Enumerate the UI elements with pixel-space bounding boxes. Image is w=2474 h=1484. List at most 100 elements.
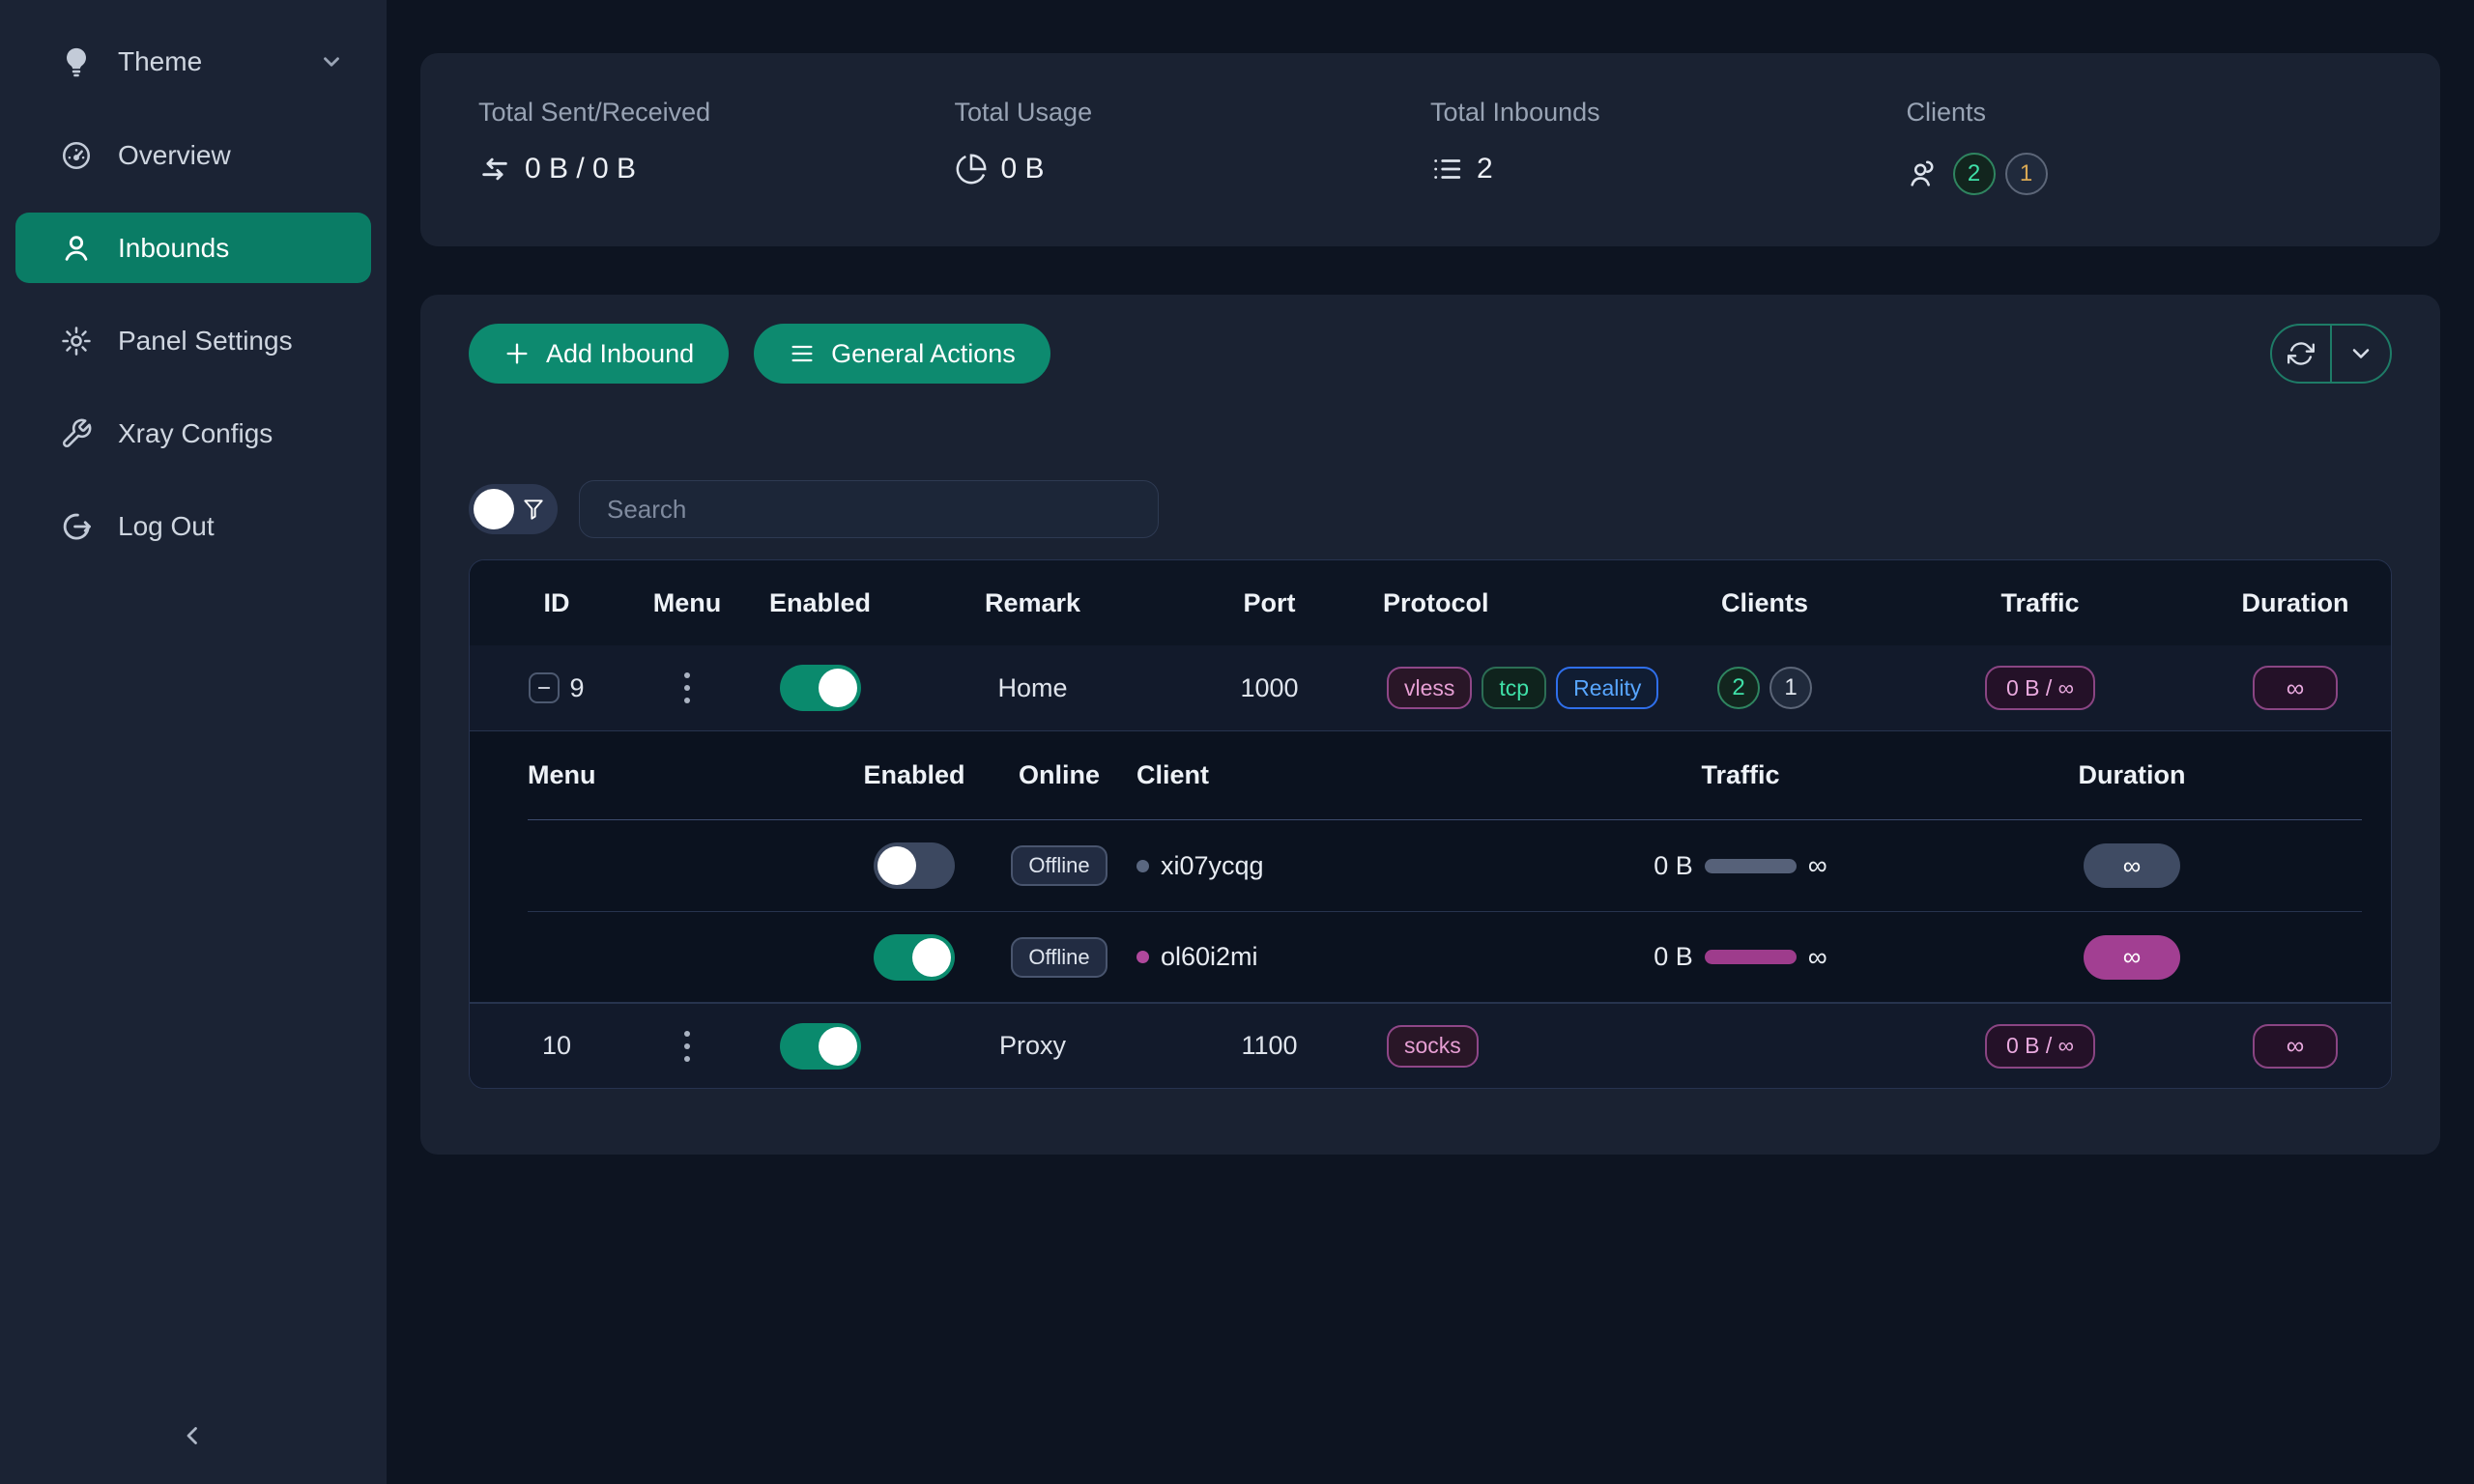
add-inbound-button[interactable]: Add Inbound [469,324,729,384]
traffic-limit: ∞ [1808,850,1827,881]
sidebar-item-label: Overview [118,140,231,171]
toggle-knob [474,489,514,529]
client-name: xi07ycqg [1161,851,1264,881]
col-duration: Duration [2200,588,2391,618]
theme-selector[interactable]: Theme [15,27,371,97]
client-enabled-toggle[interactable] [874,842,955,889]
inbound-port: 1100 [1156,1031,1383,1061]
inbound-remark: Home [909,673,1156,703]
refresh-options-button[interactable] [2330,326,2390,382]
hamburger-icon [789,340,816,367]
sidebar-nav: Overview Inbounds Panel Settings Xray Co… [0,120,387,561]
pie-chart-icon [955,153,988,186]
sidebar-item-inbounds[interactable]: Inbounds [15,213,371,283]
col-id: ID [470,588,644,618]
sidebar-item-log-out[interactable]: Log Out [15,491,371,561]
inbound-enabled-toggle[interactable] [780,1023,861,1070]
theme-label: Theme [118,46,202,77]
stat-total-usage: Total Usage 0 B [955,98,1431,246]
inbound-enabled-toggle[interactable] [780,665,861,711]
col-port: Port [1156,588,1383,618]
sidebar-item-label: Log Out [118,511,215,542]
general-actions-label: General Actions [831,339,1016,369]
inbound-row[interactable]: 9 Home 1000 vless tcp Reality 2 1 [470,645,2391,730]
plus-icon [503,340,531,367]
sidebar-item-overview[interactable]: Overview [15,120,371,190]
funnel-icon [521,497,546,522]
subcol-enabled: Enabled [847,760,982,790]
traffic-progress-bar [1705,859,1797,873]
subcol-duration: Duration [1900,760,2364,790]
col-traffic: Traffic [1881,588,2200,618]
search-row [469,480,2392,538]
subcol-traffic: Traffic [1581,760,1900,790]
duration-badge: ∞ [2253,1024,2338,1069]
sidebar-collapse-button[interactable] [166,1409,220,1463]
stat-label: Clients [1907,98,2383,128]
filter-toggle[interactable] [469,484,558,534]
chevron-left-icon [179,1421,208,1450]
inbounds-panel: Add Inbound General Actions [420,295,2440,1155]
traffic-used: 0 B [1654,851,1693,881]
stat-clients: Clients 2 1 [1907,98,2383,246]
stat-total-inbounds: Total Inbounds 2 [1430,98,1907,246]
stat-label: Total Usage [955,98,1431,128]
stats-card: Total Sent/Received 0 B / 0 B Total Usag… [420,53,2440,246]
add-inbound-label: Add Inbound [546,339,694,369]
logout-icon [60,510,93,543]
row-menu-button[interactable] [678,667,696,709]
stat-value: 0 B / 0 B [525,153,636,186]
client-duration-badge: ∞ [2084,935,2180,980]
table-header: ID Menu Enabled Remark Port Protocol Cli… [470,560,2391,645]
clients-subtable: Menu Enabled Online Client Traffic Durat… [470,730,2391,1003]
traffic-progress-bar [1705,950,1797,964]
wrench-icon [60,417,93,450]
client-status-dot [1136,860,1149,872]
subcol-menu: Menu [528,760,847,790]
online-status-badge: Offline [1011,937,1107,978]
gauge-icon [60,139,93,172]
refresh-button[interactable] [2272,326,2330,382]
stat-value: 2 [1477,153,1493,186]
inbound-row[interactable]: 10 Proxy 1100 socks 0 B / ∞ ∞ [470,1003,2391,1088]
sidebar-item-panel-settings[interactable]: Panel Settings [15,305,371,376]
network-tag: tcp [1482,667,1546,709]
client-status-dot [1136,951,1149,963]
col-clients: Clients [1649,588,1881,618]
protocol-tag: vless [1387,667,1472,709]
client-row: Offline ol60i2mi 0 B ∞ ∞ [528,911,2362,1002]
col-remark: Remark [909,588,1156,618]
online-status-badge: Offline [1011,845,1107,886]
clients-online-badge: 2 [1717,667,1760,709]
inbound-id: 10 [542,1031,571,1061]
stat-value: 0 B [1001,153,1045,186]
security-tag: Reality [1556,667,1658,709]
refresh-split-button [2270,324,2392,384]
general-actions-button[interactable]: General Actions [754,324,1050,384]
col-enabled: Enabled [731,588,909,618]
stat-label: Total Inbounds [1430,98,1907,128]
inbounds-table: ID Menu Enabled Remark Port Protocol Cli… [469,559,2392,1089]
client-duration-badge: ∞ [2084,843,2180,888]
sidebar-item-xray-configs[interactable]: Xray Configs [15,398,371,469]
user-icon [60,232,93,265]
chevron-down-icon [2347,340,2374,367]
client-row: Offline xi07ycqg 0 B ∞ ∞ [528,820,2362,911]
col-protocol: Protocol [1383,588,1649,618]
clients-online-badge: 2 [1953,153,1996,195]
row-menu-button[interactable] [678,1025,696,1068]
collapse-row-button[interactable] [529,672,560,703]
client-enabled-toggle[interactable] [874,934,955,981]
main-content: Total Sent/Received 0 B / 0 B Total Usag… [387,0,2474,1484]
sidebar-item-label: Xray Configs [118,418,273,449]
clients-deactive-badge: 1 [2005,153,2048,195]
col-menu: Menu [644,588,731,618]
search-input[interactable] [579,480,1159,538]
sidebar-item-label: Panel Settings [118,326,293,357]
inbound-port: 1000 [1156,673,1383,703]
inbound-remark: Proxy [909,1031,1156,1061]
sidebar: Theme Overview Inbounds Panel Settings [0,0,387,1484]
traffic-used: 0 B [1654,942,1693,972]
traffic-badge: 0 B / ∞ [1985,1024,2095,1069]
stat-label: Total Sent/Received [478,98,955,128]
